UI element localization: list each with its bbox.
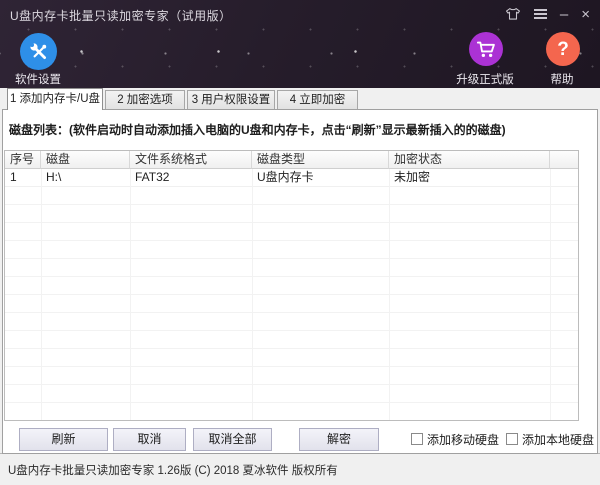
status-bar: U盘内存卡批量只读加密专家 1.26版 (C) 2018 夏冰软件 版权所有: [0, 453, 600, 485]
checkbox-label: 添加移动硬盘: [427, 432, 500, 447]
cancel-button[interactable]: 取消: [113, 428, 186, 451]
disk-list-caption: 磁盘列表：(软件启动时自动添加插入电脑的U盘和内存卡，点击“刷新”显示最新插入的…: [9, 123, 506, 137]
starry-header: U盘内存卡批量只读加密专家（试用版） – × 软件设置 升级正式版 ? 帮助: [0, 0, 600, 88]
tab-page-add-disk: 磁盘列表：(软件启动时自动添加插入电脑的U盘和内存卡，点击“刷新”显示最新插入的…: [2, 109, 598, 454]
tab-encrypt-now[interactable]: 4 立即加密: [277, 90, 358, 109]
cell-index: 1: [5, 169, 41, 187]
settings-label: 软件设置: [15, 74, 61, 86]
cart-icon: [469, 32, 503, 66]
column-divider: [130, 169, 131, 420]
column-divider: [550, 169, 551, 420]
col-index[interactable]: 序号: [5, 151, 41, 169]
cell-spacer: [550, 169, 578, 187]
table-row[interactable]: 1 H:\ FAT32 U盘内存卡 未加密: [5, 169, 578, 187]
window-controls: – ×: [505, 0, 590, 28]
cell-disk: H:\: [41, 169, 130, 187]
tab-user-rights[interactable]: 3 用户权限设置: [187, 90, 275, 109]
table-header: 序号 磁盘 文件系统格式 磁盘类型 加密状态: [5, 151, 578, 169]
col-spacer: [550, 151, 578, 169]
cell-enc-status: 未加密: [389, 169, 550, 187]
cancel-all-button[interactable]: 取消全部: [193, 428, 272, 451]
col-enc-status[interactable]: 加密状态: [389, 151, 550, 169]
decrypt-button[interactable]: 解密: [299, 428, 379, 451]
title-bar: U盘内存卡批量只读加密专家（试用版） – ×: [0, 0, 600, 28]
empty-rows: [5, 187, 578, 420]
col-disk[interactable]: 磁盘: [41, 151, 130, 169]
minimize-button[interactable]: –: [560, 7, 568, 22]
cell-filesystem: FAT32: [130, 169, 252, 187]
cell-disk-type: U盘内存卡: [252, 169, 389, 187]
checkbox-box[interactable]: [506, 433, 518, 445]
column-divider: [41, 169, 42, 420]
tab-encrypt-options[interactable]: 2 加密选项: [105, 90, 185, 109]
column-divider: [389, 169, 390, 420]
refresh-button[interactable]: 刷新: [19, 428, 108, 451]
column-divider: [252, 169, 253, 420]
checkbox-box[interactable]: [411, 433, 423, 445]
tab-strip: 1 添加内存卡/U盘 2 加密选项 3 用户权限设置 4 立即加密: [2, 88, 598, 110]
disk-table[interactable]: 序号 磁盘 文件系统格式 磁盘类型 加密状态 1 H:\ FAT32 U盘内存卡…: [4, 150, 579, 421]
upgrade-label: 升级正式版: [456, 74, 514, 86]
window-title: U盘内存卡批量只读加密专家（试用版）: [10, 9, 232, 23]
question-icon: ?: [546, 32, 580, 66]
menu-icon[interactable]: [533, 9, 547, 19]
close-button[interactable]: ×: [581, 7, 590, 22]
status-text: U盘内存卡批量只读加密专家 1.26版 (C) 2018 夏冰软件 版权所有: [8, 465, 338, 477]
tab-add-disk[interactable]: 1 添加内存卡/U盘: [7, 88, 103, 110]
add-mobile-disk-checkbox[interactable]: 添加移动硬盘: [411, 431, 499, 447]
help-label: 帮助: [550, 74, 574, 86]
add-local-disk-checkbox[interactable]: 添加本地硬盘: [506, 431, 594, 447]
app-window: U盘内存卡批量只读加密专家（试用版） – × 软件设置 升级正式版 ? 帮助 1…: [0, 0, 600, 485]
col-disk-type[interactable]: 磁盘类型: [252, 151, 389, 169]
checkbox-label: 添加本地硬盘: [522, 432, 595, 447]
tools-icon: [20, 33, 57, 70]
col-filesystem[interactable]: 文件系统格式: [130, 151, 252, 169]
skin-icon[interactable]: [505, 7, 521, 21]
